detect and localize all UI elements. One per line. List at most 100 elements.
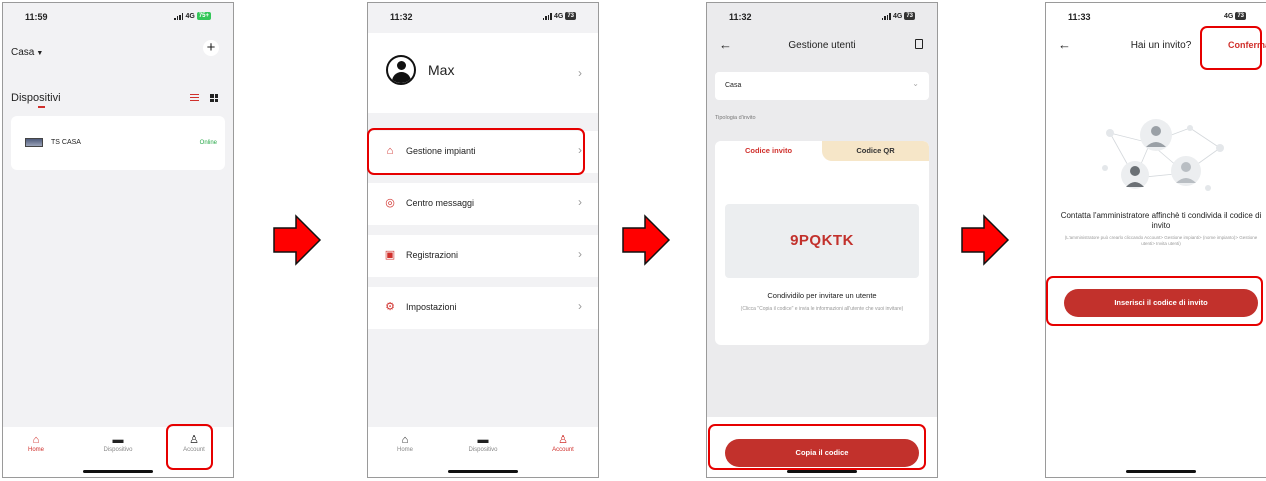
chevron-down-icon: ⌄ bbox=[912, 79, 919, 88]
highlight-confirm bbox=[1200, 26, 1262, 70]
home-select-value: Casa bbox=[725, 82, 742, 89]
device-status: Online bbox=[199, 140, 217, 146]
signal-icon bbox=[542, 12, 552, 20]
tab-dispositivo-label: Dispositivo bbox=[468, 447, 498, 453]
settings-icon: ⚙ bbox=[385, 301, 395, 313]
home-indicator bbox=[83, 470, 153, 473]
chevron-right-icon: › bbox=[578, 66, 582, 80]
highlight-account-tab bbox=[166, 424, 213, 470]
status-time: 11:32 bbox=[729, 12, 752, 22]
status-time: 11:33 bbox=[1068, 12, 1091, 22]
battery-icon: 73 bbox=[1235, 12, 1246, 20]
signal-icon bbox=[881, 12, 891, 20]
invite-code-box: 9PQKTK bbox=[725, 204, 919, 278]
account-icon: ♙ bbox=[558, 434, 568, 446]
status-bar: 11:33 4G 73 bbox=[1046, 12, 1266, 26]
chevron-right-icon: › bbox=[578, 299, 582, 313]
screen-account: 11:32 4G 73 Max › ⌂ Gestione impianti › … bbox=[367, 2, 599, 478]
invite-message: Contatta l'amministratore affinchè ti co… bbox=[1060, 211, 1262, 230]
tab-home[interactable]: ⌂ Home bbox=[380, 433, 430, 453]
home-indicator bbox=[1126, 470, 1196, 473]
tab-account-label: Account bbox=[552, 447, 574, 453]
status-bar: 11:32 4G 73 bbox=[707, 12, 937, 26]
highlight-enter-code bbox=[1046, 276, 1263, 326]
section-underline bbox=[38, 106, 45, 108]
screen-gestione-utenti: 11:32 4G 73 ← Gestione utenti Casa ⌄ Tip… bbox=[706, 2, 938, 478]
invite-panel: Codice invito Codice QR 9PQKTK Condividi… bbox=[715, 141, 929, 345]
add-button[interactable]: + bbox=[203, 40, 219, 56]
username: Max bbox=[428, 62, 455, 78]
network-label: 4G bbox=[553, 12, 564, 20]
network-label: 4G bbox=[185, 12, 195, 20]
battery-icon: 73 bbox=[565, 12, 576, 20]
home-indicator bbox=[448, 470, 518, 473]
tab-home-label: Home bbox=[27, 447, 44, 453]
status-bar: 11:32 4G 73 bbox=[368, 12, 598, 26]
battery-icon: 73 bbox=[904, 12, 915, 20]
share-text: Condividilo per invitare un utente bbox=[767, 291, 877, 300]
message-icon: ◎ bbox=[385, 197, 395, 209]
tab-dispositivo-label: Dispositivo bbox=[103, 447, 133, 453]
tab-home[interactable]: ⌂ Home bbox=[11, 433, 61, 453]
menu-item-label: Impostazioni bbox=[406, 302, 457, 312]
highlight-copy-button bbox=[708, 424, 926, 470]
invite-code: 9PQKTK bbox=[790, 232, 854, 249]
status-indicators: 4G 75+ bbox=[174, 12, 211, 20]
document-icon[interactable] bbox=[915, 39, 923, 49]
highlight-gestione-impianti bbox=[367, 128, 585, 175]
status-indicators: 4G 73 bbox=[1224, 12, 1246, 20]
arrow-right-icon bbox=[273, 214, 322, 266]
device-card[interactable]: TS CASA Online bbox=[11, 116, 225, 170]
page-title: Gestione utenti bbox=[788, 40, 856, 51]
tab-codice-qr[interactable]: Codice QR bbox=[822, 141, 929, 161]
device-icon: ▬ bbox=[477, 434, 489, 446]
home-selector[interactable]: Casa ▼ bbox=[11, 47, 43, 58]
device-thumbnail bbox=[25, 138, 43, 147]
section-title: Dispositivi bbox=[11, 92, 61, 104]
profile-row[interactable]: Max › bbox=[368, 33, 598, 113]
header: ← Gestione utenti bbox=[707, 33, 937, 61]
home-selector-label: Casa bbox=[11, 47, 35, 58]
device-name: TS CASA bbox=[51, 139, 81, 146]
menu-item-label: Registrazioni bbox=[406, 250, 459, 260]
hint-text: (Clicca "Copia il codice" e invia le inf… bbox=[740, 306, 904, 312]
device-icon: ▬ bbox=[112, 434, 124, 446]
status-indicators: 4G 73 bbox=[881, 12, 915, 20]
network-label: 4G bbox=[1223, 12, 1234, 20]
menu-item-registrazioni[interactable]: ▣ Registrazioni › bbox=[368, 235, 598, 277]
status-time: 11:59 bbox=[25, 12, 48, 22]
chevron-right-icon: › bbox=[578, 195, 582, 209]
menu-item-label: Centro messaggi bbox=[406, 198, 475, 208]
arrow-right-icon bbox=[622, 214, 671, 266]
menu-item-impostazioni[interactable]: ⚙ Impostazioni › bbox=[368, 287, 598, 329]
tab-home-label: Home bbox=[396, 447, 413, 453]
tab-dispositivo[interactable]: ▬ Dispositivo bbox=[93, 433, 143, 453]
screen-hai-un-invito: 11:33 4G 73 ← Hai un invito? Conferma Co… bbox=[1045, 2, 1266, 478]
recording-icon: ▣ bbox=[384, 249, 396, 261]
battery-icon: 75+ bbox=[196, 12, 211, 20]
signal-icon bbox=[174, 12, 184, 20]
status-bar: 11:59 4G 75+ bbox=[3, 12, 233, 26]
status-time: 11:32 bbox=[390, 12, 413, 22]
tab-dispositivo[interactable]: ▬ Dispositivo bbox=[458, 433, 508, 453]
home-icon: ⌂ bbox=[32, 434, 40, 446]
avatar bbox=[386, 55, 416, 85]
home-icon: ⌂ bbox=[401, 434, 409, 446]
chevron-right-icon: › bbox=[578, 247, 582, 261]
caret-down-icon: ▼ bbox=[36, 50, 44, 57]
home-indicator bbox=[787, 470, 857, 473]
grid-view-icon[interactable] bbox=[210, 94, 218, 102]
tab-bar: ⌂ Home ▬ Dispositivo ♙ Account bbox=[368, 427, 598, 477]
list-view-icon[interactable] bbox=[190, 94, 199, 101]
status-indicators: 4G 73 bbox=[542, 12, 576, 20]
menu-item-centro-messaggi[interactable]: ◎ Centro messaggi › bbox=[368, 183, 598, 225]
screen-home: 11:59 4G 75+ Casa ▼ + Dispositivi TS CASA… bbox=[2, 2, 234, 478]
invite-type-label: Tipologia d'invito bbox=[715, 115, 756, 121]
invite-illustration bbox=[1102, 119, 1224, 191]
tab-codice-invito[interactable]: Codice invito bbox=[715, 141, 822, 161]
network-label: 4G bbox=[892, 12, 903, 20]
tab-account[interactable]: ♙ Account bbox=[538, 433, 588, 453]
home-select[interactable]: Casa ⌄ bbox=[715, 72, 929, 100]
invite-sub-message: (L'amministratore può crearlo cliccando … bbox=[1064, 235, 1258, 246]
arrow-right-icon bbox=[961, 214, 1010, 266]
